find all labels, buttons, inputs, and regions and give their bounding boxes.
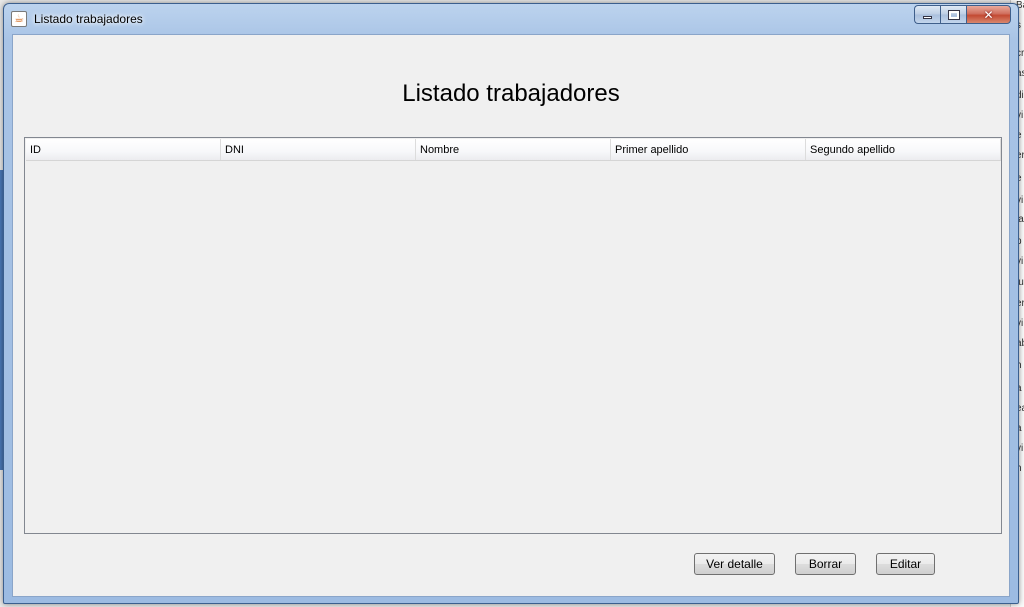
workers-table[interactable]: ID DNI Nombre Primer apellido Segundo ap… xyxy=(24,137,1002,534)
client-area: Listado trabajadores ID DNI Nombre Prime… xyxy=(12,34,1010,597)
minimize-icon xyxy=(923,16,932,19)
close-icon: ✕ xyxy=(983,7,994,22)
column-header-dni[interactable]: DNI xyxy=(221,139,416,160)
column-header-segundo-apellido[interactable]: Segundo apellido xyxy=(806,139,1001,160)
close-button[interactable]: ✕ xyxy=(966,5,1011,24)
delete-button[interactable]: Borrar xyxy=(795,553,856,575)
page-title: Listado trabajadores xyxy=(402,80,620,107)
edit-button[interactable]: Editar xyxy=(876,553,935,575)
title-bar[interactable]: ☕ Listado trabajadores ✕ xyxy=(4,4,1018,34)
window-title: Listado trabajadores xyxy=(34,12,143,26)
maximize-icon xyxy=(947,9,960,20)
table-header: ID DNI Nombre Primer apellido Segundo ap… xyxy=(26,139,1001,161)
java-cup-icon[interactable]: ☕ xyxy=(11,11,27,27)
maximize-button[interactable] xyxy=(940,5,966,24)
view-detail-button[interactable]: Ver detalle xyxy=(694,553,775,575)
column-header-nombre[interactable]: Nombre xyxy=(416,139,611,160)
minimize-button[interactable] xyxy=(914,5,940,24)
app-window: ☕ Listado trabajadores ✕ Listado trabaja… xyxy=(3,3,1019,604)
column-header-primer-apellido[interactable]: Primer apellido xyxy=(611,139,806,160)
window-controls: ✕ xyxy=(914,5,1011,24)
column-header-id[interactable]: ID xyxy=(26,139,221,160)
